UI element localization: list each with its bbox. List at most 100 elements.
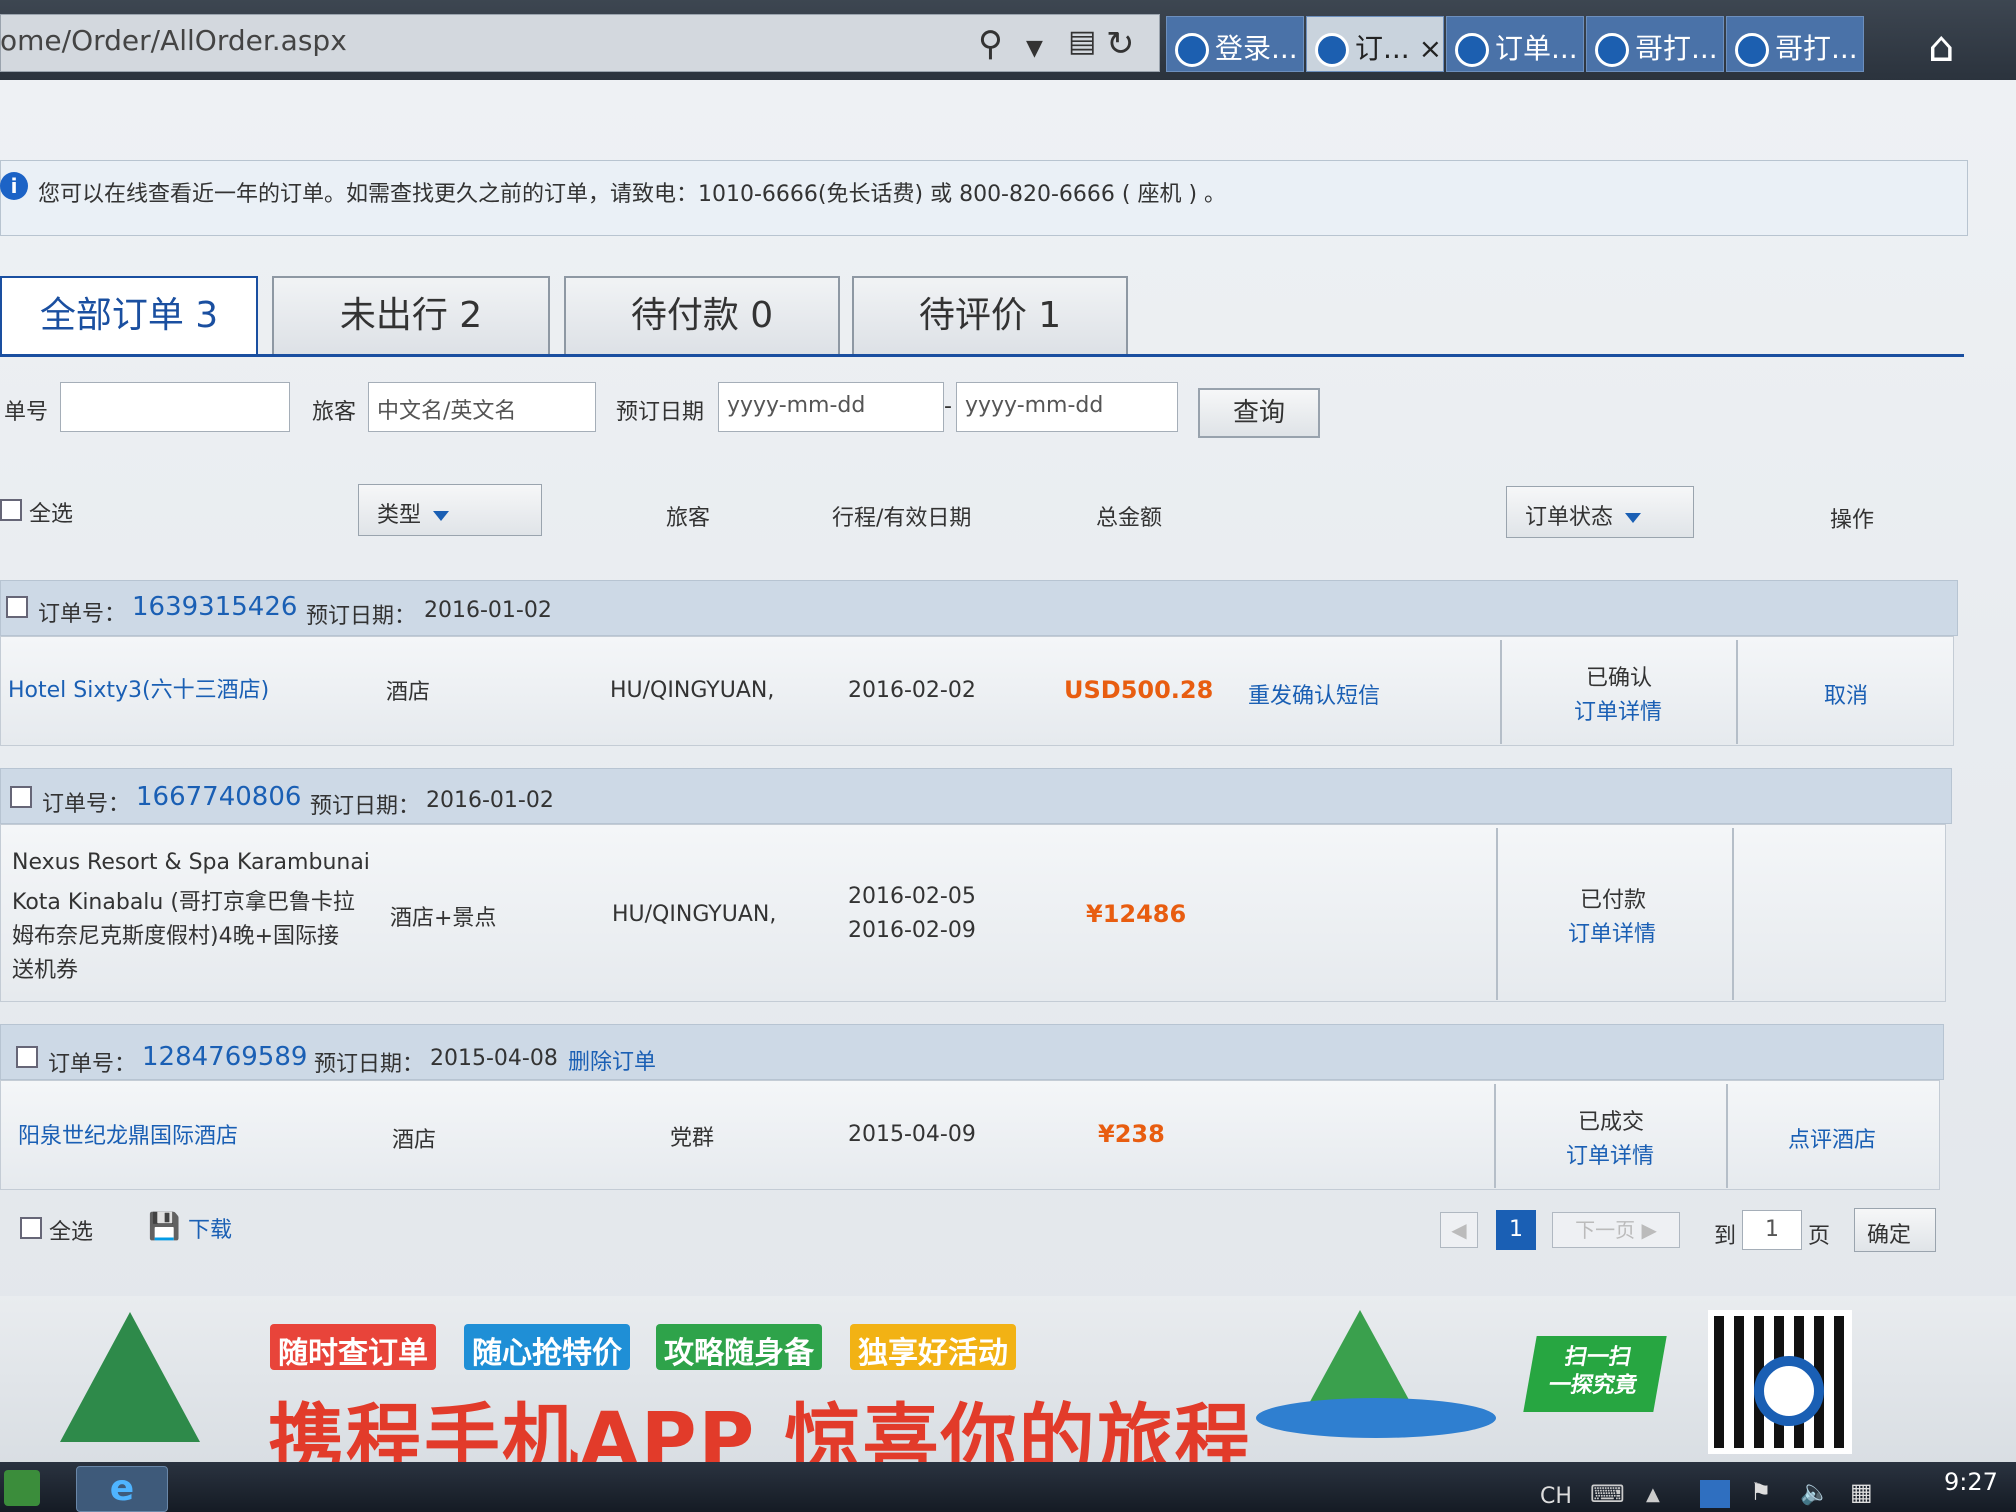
qr-code-icon[interactable] (1708, 1310, 1852, 1454)
ie-taskbar-icon[interactable]: e (76, 1466, 168, 1512)
notice-text: 您可以在线查看近一年的订单。如需查找更久之前的订单，请致电：1010-6666(… (38, 182, 1227, 207)
browser-tab-1[interactable]: 登录... (1166, 16, 1304, 72)
download-icon[interactable]: 💾 (148, 1212, 180, 1242)
select-all-checkbox[interactable] (0, 499, 22, 521)
review-hotel-link[interactable]: 点评酒店 (1788, 1122, 1876, 1154)
keyboard-icon[interactable]: ⌨ (1590, 1480, 1625, 1508)
tree-illustration-icon (60, 1312, 200, 1442)
header-traveler: 旅客 (666, 506, 711, 531)
caret-down-icon (433, 511, 450, 521)
order-no-label: 单号 (4, 400, 49, 425)
browser-tab-3[interactable]: 订单... (1446, 16, 1584, 72)
header-trip-date: 行程/有效日期 (832, 506, 972, 531)
delete-order-link[interactable]: 删除订单 (568, 1044, 656, 1076)
header-action: 操作 (1830, 508, 1875, 533)
tab-all-orders[interactable]: 全部订单 3 (0, 276, 258, 356)
home-icon[interactable]: ⌂ (1928, 22, 1955, 71)
close-icon[interactable]: × (1419, 32, 1442, 65)
trip-start-date: 2016-02-05 (848, 884, 976, 909)
network-icon[interactable]: ▦ (1850, 1478, 1873, 1506)
tab-pending-payment[interactable]: 待付款 0 (564, 276, 840, 354)
order-no-input[interactable] (60, 382, 290, 432)
product-name-link[interactable]: Hotel Sixty3(六十三酒店) (8, 672, 269, 704)
download-link[interactable]: 下载 (188, 1212, 232, 1244)
browser-tab-4[interactable]: 哥打... (1586, 16, 1724, 72)
order-no-link[interactable]: 1667740806 (136, 782, 301, 812)
divider (1496, 828, 1498, 1000)
select-all[interactable]: 全选 (0, 496, 73, 528)
order-type: 酒店+景点 (390, 906, 497, 931)
booking-date-value: 2016-01-02 (424, 598, 552, 623)
order-total: USD500.28 (1064, 676, 1214, 704)
scan-badge: 扫一扫 一探究竟 (1523, 1336, 1667, 1412)
divider (1736, 640, 1738, 744)
info-icon: i (0, 172, 28, 200)
order-detail-link[interactable]: 订单详情 (1568, 916, 1656, 948)
date-from-input[interactable]: yyyy-mm-dd (718, 382, 944, 432)
booking-date-label: 预订日期： (314, 1052, 425, 1077)
order-traveler: HU/QINGYUAN, (610, 678, 775, 703)
product-name-line: Kota Kinabalu (哥打京拿巴鲁卡拉 (12, 890, 355, 915)
goto-page-input[interactable]: 1 (1742, 1210, 1802, 1250)
select-all-checkbox[interactable] (20, 1217, 42, 1239)
refresh-icon[interactable]: ↻ (1106, 24, 1135, 64)
resend-sms-link[interactable]: 重发确认短信 (1248, 678, 1380, 710)
start-icon[interactable] (4, 1470, 40, 1506)
compat-view-icon[interactable]: ▤ (1068, 24, 1096, 59)
ctrip-icon (1455, 33, 1489, 67)
clock[interactable]: 9:27 (1944, 1468, 1998, 1496)
ie-icon (1175, 33, 1209, 67)
order-no-link[interactable]: 1639315426 (132, 592, 297, 622)
order-detail-link[interactable]: 订单详情 (1574, 694, 1662, 726)
tab-pending-review[interactable]: 待评价 1 (852, 276, 1128, 354)
select-all-bottom[interactable]: 全选 (20, 1214, 93, 1246)
browser-tab-5[interactable]: 哥打... (1726, 16, 1864, 72)
divider (1732, 828, 1734, 1000)
trip-date: 2015-04-09 (848, 1122, 976, 1147)
tab-not-traveled[interactable]: 未出行 2 (272, 276, 550, 354)
order-row (0, 636, 1954, 746)
address-text: ome/Order/AllOrder.aspx (0, 24, 347, 57)
order-checkbox[interactable] (10, 786, 32, 812)
order-traveler: HU/QINGYUAN, (612, 902, 777, 927)
tab-underline (0, 354, 1964, 357)
order-no-link[interactable]: 1284769589 (142, 1042, 307, 1072)
divider (1726, 1084, 1728, 1188)
date-to-input[interactable]: yyyy-mm-dd (956, 382, 1178, 432)
input-language[interactable]: CH (1540, 1484, 1572, 1509)
goto-confirm-button[interactable]: 确定 (1854, 1208, 1936, 1252)
order-type: 酒店 (392, 1128, 437, 1153)
banner-tag: 随时查订单 (270, 1324, 436, 1371)
current-page[interactable]: 1 (1496, 1210, 1536, 1250)
product-name-line: Nexus Resort & Spa Karambunai (12, 850, 370, 875)
next-page-button[interactable]: 下一页 ▶ (1552, 1212, 1680, 1248)
order-status: 已成交 (1578, 1110, 1645, 1135)
order-total: ¥12486 (1086, 900, 1187, 928)
prev-page-button[interactable]: ◀ (1440, 1212, 1478, 1248)
browser-tab-2[interactable]: 订... × (1306, 16, 1444, 72)
order-status: 已确认 (1586, 666, 1653, 691)
order-no-label: 订单号： (38, 602, 127, 627)
order-checkbox[interactable] (16, 1046, 38, 1072)
search-icon[interactable]: ⚲ (978, 24, 1003, 64)
chevron-down-icon[interactable]: ▼ (1026, 36, 1043, 61)
ime-icon[interactable] (1700, 1480, 1730, 1508)
caret-down-icon (1625, 513, 1642, 523)
order-traveler: 党群 (670, 1126, 715, 1151)
order-detail-link[interactable]: 订单详情 (1566, 1138, 1654, 1170)
cancel-order-link[interactable]: 取消 (1824, 678, 1868, 710)
booking-date-label: 预订日期： (310, 794, 421, 819)
divider (1500, 640, 1502, 744)
ctrip-icon (1595, 33, 1629, 67)
order-checkbox[interactable] (6, 596, 28, 622)
status-filter-dropdown[interactable]: 订单状态 (1506, 486, 1694, 538)
query-button[interactable]: 查询 (1198, 388, 1320, 438)
traveler-input[interactable]: 中文名/英文名 (368, 382, 596, 432)
booking-date-label: 预订日期： (306, 604, 417, 629)
flag-icon[interactable]: ⚑ (1750, 1478, 1772, 1506)
tray-expand-icon[interactable]: ▲ (1646, 1484, 1660, 1505)
booking-date-value: 2016-01-02 (426, 788, 554, 813)
volume-icon[interactable]: 🔈 (1800, 1478, 1830, 1506)
product-name-link[interactable]: 阳泉世纪龙鼎国际酒店 (18, 1118, 238, 1150)
type-filter-dropdown[interactable]: 类型 (358, 484, 542, 536)
